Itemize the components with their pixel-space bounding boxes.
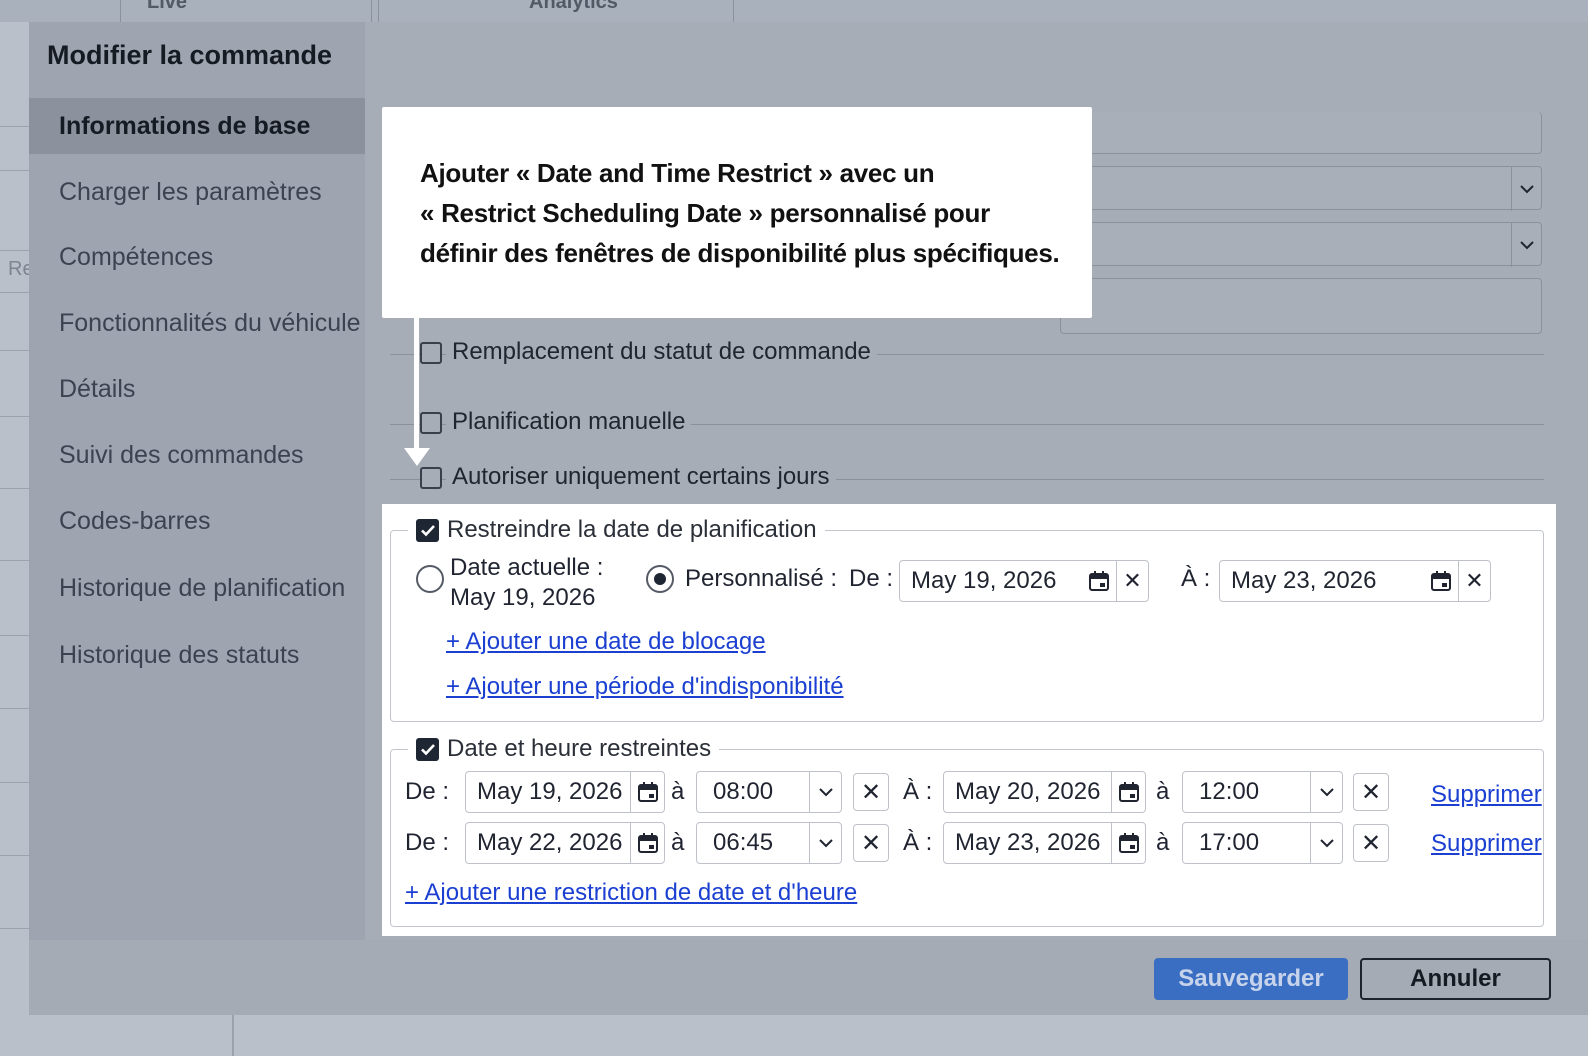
add-datetime-restriction-link[interactable]: + Ajouter une restriction de date et d'h…	[405, 879, 857, 907]
calendar-icon[interactable]	[1111, 823, 1145, 863]
background-left-rows	[0, 60, 30, 1050]
faded-textarea[interactable]	[1060, 278, 1542, 334]
add-unavailability-link[interactable]: + Ajouter une période d'indisponibilité	[446, 673, 844, 701]
save-button[interactable]: Sauvegarder	[1154, 958, 1348, 1000]
row1-to-label: À :	[903, 778, 933, 805]
faded-select-1[interactable]	[1060, 166, 1542, 211]
current-date-label: Date actuelle :	[450, 554, 604, 581]
close-icon[interactable]: ✕	[1458, 561, 1490, 601]
option-status-override: Remplacement du statut de commande	[390, 334, 1544, 374]
row2-to-date-input[interactable]: May 23, 2026	[943, 822, 1146, 864]
row1-clear-to-button[interactable]: ✕	[1353, 773, 1389, 811]
row2-to-time-select[interactable]: 17:00	[1182, 822, 1343, 864]
sidebar-item-vehicle-features[interactable]: Fonctionnalités du véhicule	[29, 295, 365, 351]
modal-title: Modifier la commande	[47, 40, 333, 70]
current-date-radio[interactable]	[416, 565, 444, 593]
tab-analytics[interactable]: Analytics	[378, 0, 734, 22]
tutorial-callout: Ajouter « Date and Time Restrict » avec …	[382, 107, 1092, 318]
option-manual-scheduling: Planification manuelle	[390, 404, 1544, 444]
custom-date-label: Personnalisé :	[685, 565, 838, 592]
close-icon: ✕	[860, 778, 882, 806]
sidebar-item-scheduling-history[interactable]: Historique de planification	[29, 560, 365, 616]
chevron-down-icon	[1511, 223, 1541, 267]
manual-scheduling-checkbox[interactable]	[420, 412, 442, 434]
row2-from-date-input[interactable]: May 22, 2026	[465, 822, 665, 864]
row2-delete-link[interactable]: Supprimer	[1431, 830, 1542, 858]
faded-text-field[interactable]	[1060, 112, 1542, 154]
sidebar-item-order-tracking[interactable]: Suivi des commandes	[29, 427, 365, 483]
restrict-date-legend: Restreindre la date de planification	[408, 515, 825, 545]
calendar-icon[interactable]	[1424, 561, 1458, 601]
row1-to-time-select[interactable]: 12:00	[1182, 771, 1343, 813]
close-icon: ✕	[1360, 778, 1382, 806]
custom-date-radio[interactable]	[646, 565, 674, 593]
callout-text: Ajouter « Date and Time Restrict » avec …	[420, 158, 1060, 268]
calendar-icon[interactable]	[630, 823, 664, 863]
close-icon[interactable]: ✕	[1116, 561, 1148, 601]
custom-from-date-input[interactable]: May 19, 2026 ✕	[899, 560, 1149, 602]
sidebar-item-status-history[interactable]: Historique des statuts	[29, 627, 365, 683]
row1-from-time-select[interactable]: 08:00	[696, 771, 842, 813]
row2-clear-to-button[interactable]: ✕	[1353, 824, 1389, 862]
sidebar-item-details[interactable]: Détails	[29, 361, 365, 417]
row1-delete-link[interactable]: Supprimer	[1431, 781, 1542, 809]
custom-to-date-input[interactable]: May 23, 2026 ✕	[1219, 560, 1491, 602]
status-override-checkbox[interactable]	[420, 342, 442, 364]
modal-sidebar: Informations de base Charger les paramèt…	[29, 98, 365, 940]
calendar-icon[interactable]	[1082, 561, 1116, 601]
allow-certain-days-checkbox[interactable]	[420, 467, 442, 489]
row1-from-date-input[interactable]: May 19, 2026	[465, 771, 665, 813]
chevron-down-icon[interactable]	[1310, 772, 1342, 812]
row2-from-time-select[interactable]: 06:45	[696, 822, 842, 864]
restrict-datetime-checkbox[interactable]	[416, 737, 439, 761]
faded-select-2[interactable]	[1060, 222, 1542, 267]
to-label: À :	[1181, 565, 1211, 592]
background-divider	[232, 1015, 234, 1056]
modal-footer	[29, 940, 1588, 1015]
row1-to-date-input[interactable]: May 20, 2026	[943, 771, 1146, 813]
sidebar-item-load-settings[interactable]: Charger les paramètres	[29, 164, 365, 220]
close-icon: ✕	[860, 829, 882, 857]
chevron-down-icon[interactable]	[809, 823, 841, 863]
row1-from-label: De :	[405, 778, 450, 805]
restriction-panel: Restreindre la date de planification Dat…	[382, 504, 1556, 936]
from-label: De :	[849, 565, 894, 592]
row2-from-label: De :	[405, 829, 450, 856]
row2-to-label: À :	[903, 829, 933, 856]
sidebar-item-barcodes[interactable]: Codes-barres	[29, 493, 365, 549]
cancel-button[interactable]: Annuler	[1360, 958, 1551, 1000]
row1-clear-from-button[interactable]: ✕	[853, 773, 889, 811]
arrow-down-icon	[404, 448, 430, 466]
current-date-value: May 19, 2026	[450, 584, 596, 611]
close-icon: ✕	[1360, 829, 1382, 857]
tab-live[interactable]: Live	[120, 0, 372, 22]
background-topbar: Live Analytics	[0, 0, 1588, 22]
chevron-down-icon[interactable]	[1310, 823, 1342, 863]
row2-clear-from-button[interactable]: ✕	[853, 824, 889, 862]
option-allow-certain-days: Autoriser uniquement certains jours	[390, 459, 1544, 499]
restrict-date-checkbox[interactable]	[416, 518, 439, 542]
chevron-down-icon	[1511, 167, 1541, 211]
calendar-icon[interactable]	[1111, 772, 1145, 812]
chevron-down-icon[interactable]	[809, 772, 841, 812]
sidebar-item-skills[interactable]: Compétences	[29, 229, 365, 285]
calendar-icon[interactable]	[630, 772, 664, 812]
restrict-datetime-legend: Date et heure restreintes	[408, 734, 720, 764]
callout-arrow	[414, 318, 419, 458]
add-block-date-link[interactable]: + Ajouter une date de blocage	[446, 628, 766, 656]
sidebar-item-basic-info[interactable]: Informations de base	[29, 98, 365, 154]
